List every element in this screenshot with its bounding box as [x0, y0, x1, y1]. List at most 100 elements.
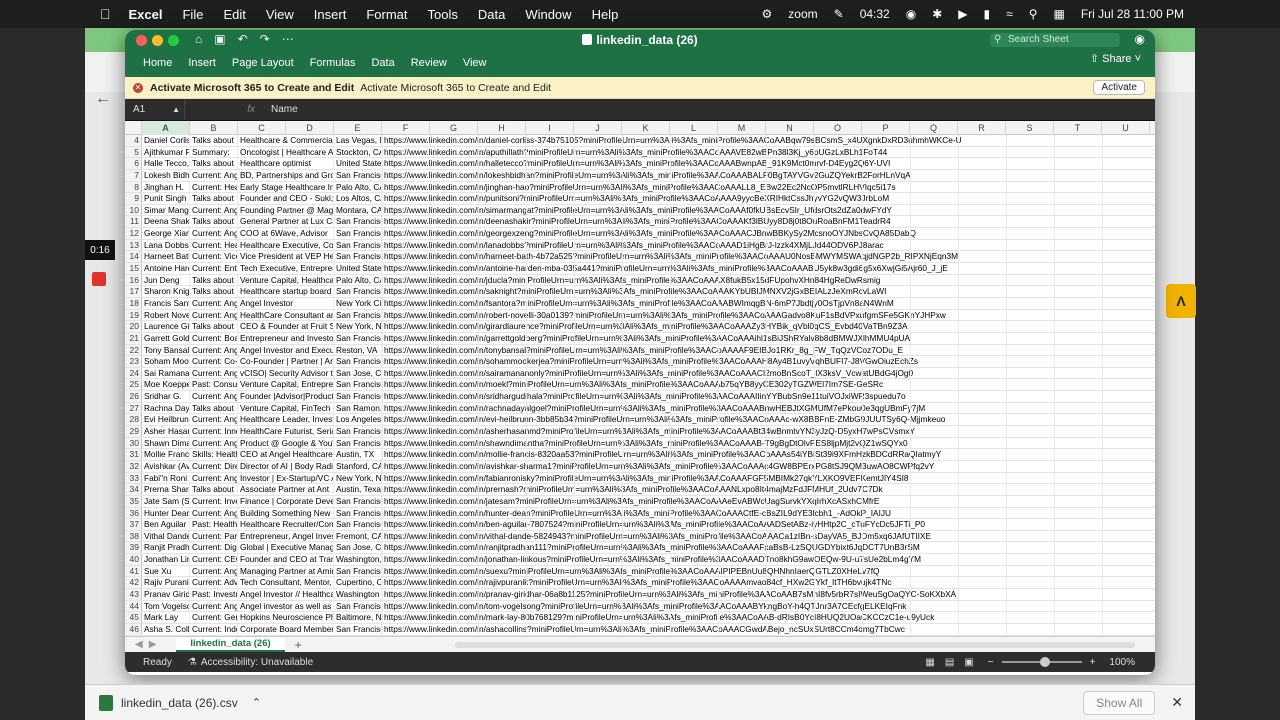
- cell-d[interactable]: Tech Consultant, Mentor,: [238, 577, 334, 588]
- cell-f[interactable]: https://www.linkedin.com/in/prernash?min…: [382, 484, 1155, 495]
- cell-b[interactable]: Talks about: [190, 274, 238, 286]
- cell-f[interactable]: https://www.linkedin.com/in/sohammookerj…: [382, 356, 1155, 367]
- row-number[interactable]: 8: [125, 181, 142, 193]
- cell-d[interactable]: Healthcare Leader, Investo: [238, 414, 334, 426]
- cell-d[interactable]: CEO at Angel Healthcare: [238, 449, 334, 460]
- row-number[interactable]: 30: [125, 437, 142, 449]
- cell-a[interactable]: Laurence Gir: [142, 321, 190, 332]
- row-number[interactable]: 44: [125, 600, 142, 612]
- cell-b[interactable]: Current: Co-F: [190, 356, 238, 367]
- cell-b[interactable]: Current: Ang: [190, 204, 238, 216]
- table-row[interactable]: 15 Antoine Hard Current: Ent Tech Executive…: [125, 263, 1155, 275]
- table-row[interactable]: 26 Sridhar G. Current: Ang Founder |Advisor…: [125, 391, 1155, 403]
- cell-e[interactable]: San Francisc: [334, 228, 382, 239]
- cell-e[interactable]: Baltimore, N: [334, 612, 382, 623]
- cell-e[interactable]: San Francisc: [334, 519, 382, 530]
- cell-d[interactable]: Hopkins Neuroscience Ph: [238, 612, 334, 623]
- cell-d[interactable]: Healthcare optimist: [238, 158, 334, 169]
- cell-a[interactable]: Moe Koeppe: [142, 379, 190, 391]
- close-downloads-icon[interactable]: ✕: [1171, 694, 1183, 711]
- activate-button[interactable]: Activate: [1093, 80, 1145, 95]
- cell-f[interactable]: https://www.linkedin.com/in/aputhillath?…: [382, 147, 1155, 158]
- cell-b[interactable]: Talks about: [190, 135, 238, 146]
- cell-f[interactable]: https://www.linkedin.com/in/jonathan-lin…: [382, 554, 1155, 565]
- cell-f[interactable]: https://www.linkedin.com/in/garrettgoldb…: [382, 333, 1155, 344]
- cell-d[interactable]: Oncologist | Healthcare A: [238, 146, 334, 158]
- cell-a[interactable]: Antoine Hard: [142, 263, 190, 274]
- cell-a[interactable]: Ajithkumar P: [142, 146, 190, 158]
- cell-e[interactable]: Washington,: [334, 554, 382, 565]
- cell-e[interactable]: San Francisc: [334, 239, 382, 251]
- cell-f[interactable]: https://www.linkedin.com/in/georgexzeng?…: [382, 228, 1155, 239]
- cell-b[interactable]: Current: Ang: [190, 391, 238, 402]
- row-number[interactable]: 14: [125, 251, 142, 263]
- cell-b[interactable]: Current: Inno: [190, 426, 238, 437]
- cell-d[interactable]: Healthcare & Commercial: [238, 135, 334, 146]
- cell-a[interactable]: Prerna Sharn: [142, 484, 190, 495]
- download-item[interactable]: linkedin_data (26).csv ⌃: [99, 694, 261, 711]
- cell-d[interactable]: Early Stage Healthcare Inv: [238, 181, 334, 193]
- cell-b[interactable]: Past: Consult: [190, 379, 238, 391]
- cell-f[interactable]: https://www.linkedin.com/in/vithal-dande…: [382, 531, 1155, 542]
- cell-b[interactable]: Past: Health: [190, 519, 238, 530]
- cell-f[interactable]: https://www.linkedin.com/in/harneet-bath…: [382, 251, 1155, 262]
- cell-d[interactable]: Entrepreneur, Angel Inves: [238, 530, 334, 542]
- cell-f[interactable]: https://www.linkedin.com/in/moekl?miniPr…: [382, 379, 1155, 390]
- row-number[interactable]: 12: [125, 228, 142, 239]
- column-header[interactable]: K: [622, 121, 670, 135]
- table-row[interactable]: 23 Soham Mook Current: Co-F Co-Founder | Pa…: [125, 356, 1155, 368]
- column-header[interactable]: N: [766, 121, 814, 135]
- cell-f[interactable]: https://www.linkedin.com/in/tom-vogelson…: [382, 601, 1155, 612]
- cell-f[interactable]: https://www.linkedin.com/in/sairamananon…: [382, 368, 1155, 379]
- cell-a[interactable]: Soham Mook: [142, 356, 190, 367]
- column-header[interactable]: G: [430, 121, 478, 135]
- cell-d[interactable]: Founder and CEO - Suki; A: [238, 193, 334, 204]
- cell-f[interactable]: https://www.linkedin.com/in/mollie-franc…: [382, 449, 1155, 460]
- row-number[interactable]: 10: [125, 204, 142, 216]
- cell-a[interactable]: Halle Tecco,: [142, 158, 190, 169]
- tab-data[interactable]: Data: [371, 53, 394, 73]
- cell-f[interactable]: https://www.linkedin.com/in/shawndimanth…: [382, 438, 1155, 449]
- stop-record-icon[interactable]: [92, 272, 106, 286]
- cell-d[interactable]: Angel Investor: [238, 297, 334, 309]
- cell-e[interactable]: New York, N: [334, 321, 382, 332]
- cell-a[interactable]: Shawn Dima: [142, 437, 190, 449]
- cell-b[interactable]: Current: Ang: [190, 367, 238, 379]
- column-header[interactable]: O: [814, 121, 862, 135]
- cell-b[interactable]: Current: Dire: [190, 460, 238, 472]
- search-icon[interactable]: ⚲: [1029, 7, 1038, 21]
- page-layout-view-icon[interactable]: ▤: [945, 657, 954, 668]
- cell-e[interactable]: Austin, TX: [334, 449, 382, 460]
- menu-window[interactable]: Window: [525, 7, 571, 22]
- cell-d[interactable]: Healthcare Executive, Con: [238, 239, 334, 251]
- cell-d[interactable]: Corporate Board Member: [238, 623, 334, 635]
- cell-a[interactable]: Fabi"n Roni: [142, 472, 190, 484]
- row-number[interactable]: 37: [125, 519, 142, 530]
- cell-e[interactable]: San Francisc: [334, 437, 382, 449]
- accessibility-status[interactable]: ⚗ Accessibility: Unavailable: [188, 657, 313, 668]
- cell-d[interactable]: Entrepreneur and Investor: [238, 332, 334, 344]
- table-row[interactable]: 29 Asher Hasan Current: Inno HealthCare Fut…: [125, 426, 1155, 438]
- cell-f[interactable]: https://www.linkedin.com/in/lanadobbs?mi…: [382, 240, 1155, 251]
- cell-e[interactable]: United State: [334, 263, 382, 274]
- cell-a[interactable]: Tom Vogelso: [142, 600, 190, 612]
- column-header[interactable]: P: [862, 121, 910, 135]
- cell-a[interactable]: Rajiv Puranik: [142, 577, 190, 588]
- table-row[interactable]: 18 Francis Sant Current: Ang Angel Investor…: [125, 297, 1155, 310]
- cell-b[interactable]: Current: Hea: [190, 181, 238, 193]
- tab-insert[interactable]: Insert: [188, 53, 216, 73]
- row-number[interactable]: 42: [125, 577, 142, 588]
- bluetooth-icon[interactable]: ✱: [932, 7, 942, 21]
- cell-b[interactable]: Current: Part: [190, 530, 238, 542]
- sheet-nav-arrows-icon[interactable]: ◀▶: [135, 639, 162, 650]
- cell-d[interactable]: Finance | Corporate Devel: [238, 495, 334, 507]
- cell-b[interactable]: Current: Ent: [190, 263, 238, 274]
- table-row[interactable]: 22 Tony Bansal Current: Ang Angel Investor …: [125, 344, 1155, 357]
- cell-f[interactable]: https://www.linkedin.com/in/suexu?miniPr…: [382, 566, 1155, 577]
- cell-a[interactable]: Mollie Franci: [142, 449, 190, 460]
- cell-b[interactable]: Talks about: [190, 216, 238, 228]
- cell-a[interactable]: Jinghan H.: [142, 181, 190, 193]
- cell-d[interactable]: CEO & Founder at Fruit St: [238, 321, 334, 332]
- cell-f[interactable]: https://www.linkedin.com/in/simarmangat?…: [382, 205, 1155, 216]
- cell-f[interactable]: https://www.linkedin.com/in/antoine-hard…: [382, 263, 1155, 274]
